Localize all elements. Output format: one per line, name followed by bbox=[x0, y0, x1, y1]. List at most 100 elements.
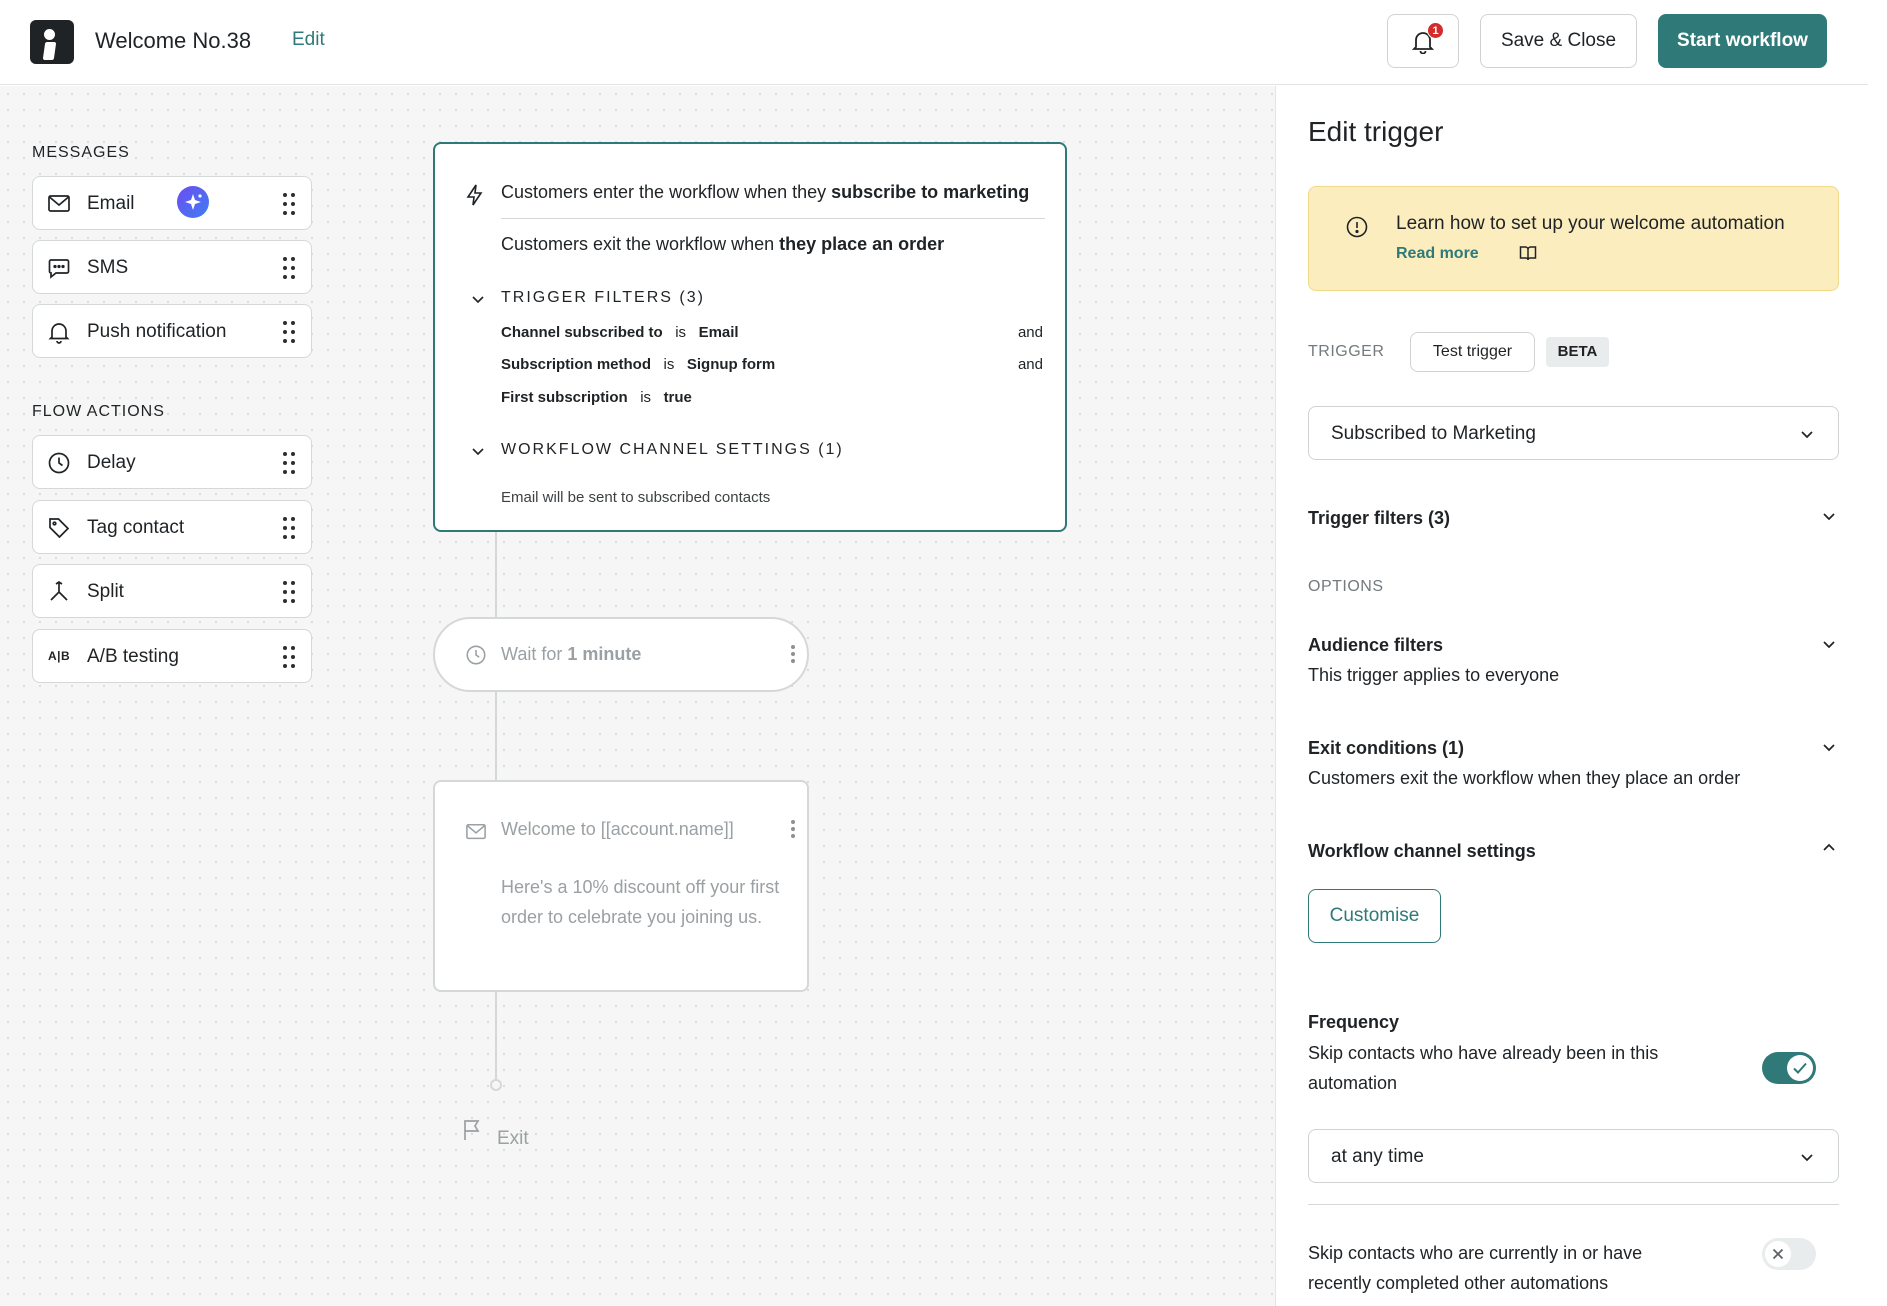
chevron-down-icon bbox=[1801, 1154, 1813, 1162]
drag-handle-icon[interactable] bbox=[283, 581, 297, 603]
workflow-title: Welcome No.38 bbox=[95, 28, 252, 53]
trigger-filter-row: Subscription method is Signup form bbox=[501, 356, 776, 373]
wait-node[interactable]: Wait for 1 minute bbox=[433, 617, 809, 692]
trigger-filter-row: Channel subscribed to is Email bbox=[501, 324, 739, 341]
flag-icon bbox=[464, 1120, 480, 1140]
chat-bubble-icon bbox=[48, 259, 70, 279]
palette-item-split[interactable]: Split bbox=[32, 564, 312, 618]
chevron-down-icon[interactable] bbox=[1822, 740, 1836, 754]
channel-settings-text: Email will be sent to subscribed contact… bbox=[501, 489, 771, 506]
palette-item-label: SMS bbox=[87, 257, 129, 278]
channel-settings-accordion[interactable]: Workflow channel settings bbox=[1308, 841, 1536, 862]
trigger-filters-accordion[interactable]: Trigger filters (3) bbox=[1308, 508, 1450, 529]
filter-join-label: and bbox=[1017, 324, 1043, 341]
mail-icon bbox=[466, 823, 486, 840]
bell-icon bbox=[48, 323, 70, 344]
palette-item-label: Push notification bbox=[87, 321, 227, 342]
drag-handle-icon[interactable] bbox=[283, 321, 297, 343]
drag-handle-icon[interactable] bbox=[283, 646, 297, 668]
tag-icon bbox=[49, 518, 70, 539]
edit-trigger-panel: Edit trigger Learn how to set up your we… bbox=[1275, 86, 1868, 1306]
palette-item-label: A/B testing bbox=[87, 646, 179, 667]
save-close-button[interactable]: Save & Close bbox=[1480, 14, 1637, 68]
palette-item-push-notification[interactable]: Push notification bbox=[32, 304, 312, 358]
toggle-knob bbox=[1787, 1055, 1813, 1081]
palette-item-email[interactable]: Email bbox=[32, 176, 312, 230]
lightning-icon bbox=[466, 184, 483, 206]
trigger-node[interactable]: Customers enter the workflow when they s… bbox=[433, 142, 1067, 532]
ab-testing-icon: A|B bbox=[48, 649, 71, 663]
customise-button[interactable]: Customise bbox=[1308, 889, 1441, 943]
chevron-down-icon[interactable] bbox=[471, 292, 485, 306]
palette-item-sms[interactable]: SMS bbox=[32, 240, 312, 294]
chevron-down-icon bbox=[1801, 431, 1813, 439]
palette-item-label: Split bbox=[87, 581, 124, 602]
node-menu-icon[interactable] bbox=[791, 820, 795, 838]
email-subject: Welcome to [[account.name]] bbox=[501, 819, 734, 839]
audience-filters-summary: This trigger applies to everyone bbox=[1308, 665, 1560, 685]
trigger-type-select[interactable]: Subscribed to Marketing bbox=[1308, 406, 1839, 460]
edit-title-link[interactable]: Edit bbox=[292, 29, 325, 51]
wait-duration-text: Wait for 1 minute bbox=[501, 644, 642, 664]
ai-sparkle-icon bbox=[177, 186, 209, 218]
trigger-section-label: TRIGGER bbox=[1308, 343, 1385, 360]
node-menu-icon[interactable] bbox=[791, 645, 795, 663]
drag-handle-icon[interactable] bbox=[283, 257, 297, 279]
options-section-label: OPTIONS bbox=[1308, 578, 1384, 595]
split-icon bbox=[50, 580, 68, 601]
check-icon bbox=[1793, 1062, 1807, 1074]
clock-icon bbox=[48, 452, 70, 474]
info-banner: Learn how to set up your welcome automat… bbox=[1308, 186, 1839, 291]
filter-join-label: and bbox=[1017, 356, 1043, 373]
drag-handle-icon[interactable] bbox=[283, 517, 297, 539]
skip-other-automations-toggle[interactable] bbox=[1762, 1238, 1816, 1270]
drag-handle-icon[interactable] bbox=[283, 452, 297, 474]
beta-badge: BETA bbox=[1546, 337, 1609, 367]
palette-item-delay[interactable]: Delay bbox=[32, 435, 312, 489]
palette-item-tag-contact[interactable]: Tag contact bbox=[32, 500, 312, 554]
frequency-select[interactable]: at any time bbox=[1308, 1129, 1839, 1183]
chevron-down-icon[interactable] bbox=[471, 444, 485, 458]
drag-handle-icon[interactable] bbox=[283, 193, 297, 215]
frequency-heading: Frequency bbox=[1308, 1012, 1400, 1032]
app-logo[interactable] bbox=[30, 20, 74, 64]
connector-line bbox=[495, 532, 497, 617]
frequency-value: at any time bbox=[1331, 1146, 1424, 1167]
book-icon bbox=[1519, 246, 1537, 261]
chevron-up-icon[interactable] bbox=[1822, 841, 1836, 855]
chevron-down-icon[interactable] bbox=[1822, 637, 1836, 651]
frequency-description: Skip contacts who have already been in t… bbox=[1308, 1043, 1659, 1093]
connector-line bbox=[495, 692, 497, 780]
chevron-down-icon[interactable] bbox=[1822, 509, 1836, 523]
email-preview-text: Here's a 10% discount off your first ord… bbox=[501, 877, 780, 927]
trigger-filters-heading[interactable]: TRIGGER FILTERS (3) bbox=[501, 289, 705, 307]
notification-count-badge: 1 bbox=[1427, 22, 1444, 39]
messages-heading: MESSAGES bbox=[32, 144, 130, 161]
mail-icon bbox=[48, 195, 70, 212]
start-workflow-button[interactable]: Start workflow bbox=[1658, 14, 1827, 68]
info-icon bbox=[1346, 216, 1368, 238]
palette-item-ab-testing[interactable]: A|B A/B testing bbox=[32, 629, 312, 683]
test-trigger-button[interactable]: Test trigger bbox=[1410, 332, 1535, 372]
exit-conditions-accordion[interactable]: Exit conditions (1) bbox=[1308, 738, 1464, 759]
notifications-button[interactable]: 1 bbox=[1387, 14, 1459, 68]
read-more-link[interactable]: Read more bbox=[1396, 245, 1479, 263]
scrollbar[interactable] bbox=[1868, 0, 1887, 1306]
trigger-type-value: Subscribed to Marketing bbox=[1331, 423, 1536, 444]
close-icon bbox=[1772, 1248, 1784, 1260]
workflow-canvas[interactable]: MESSAGES Email SMS Push notification FLO… bbox=[0, 86, 1275, 1306]
exit-node-label: Exit bbox=[497, 1128, 529, 1149]
trigger-exit-text: Customers exit the workflow when they pl… bbox=[501, 234, 945, 254]
palette-item-label: Delay bbox=[87, 452, 136, 473]
flow-actions-heading: FLOW ACTIONS bbox=[32, 403, 165, 420]
connector-endpoint bbox=[490, 1079, 502, 1091]
clock-icon bbox=[466, 645, 486, 665]
skip-other-automations-text: Skip contacts who are currently in or ha… bbox=[1308, 1243, 1643, 1293]
email-node[interactable]: Welcome to [[account.name]] Here's a 10%… bbox=[433, 780, 809, 992]
toggle-knob bbox=[1765, 1241, 1791, 1267]
divider bbox=[1308, 1204, 1839, 1205]
audience-filters-accordion[interactable]: Audience filters bbox=[1308, 635, 1443, 656]
frequency-toggle[interactable] bbox=[1762, 1052, 1816, 1084]
channel-settings-heading[interactable]: WORKFLOW CHANNEL SETTINGS (1) bbox=[501, 441, 844, 459]
palette-item-label: Email bbox=[87, 193, 135, 214]
